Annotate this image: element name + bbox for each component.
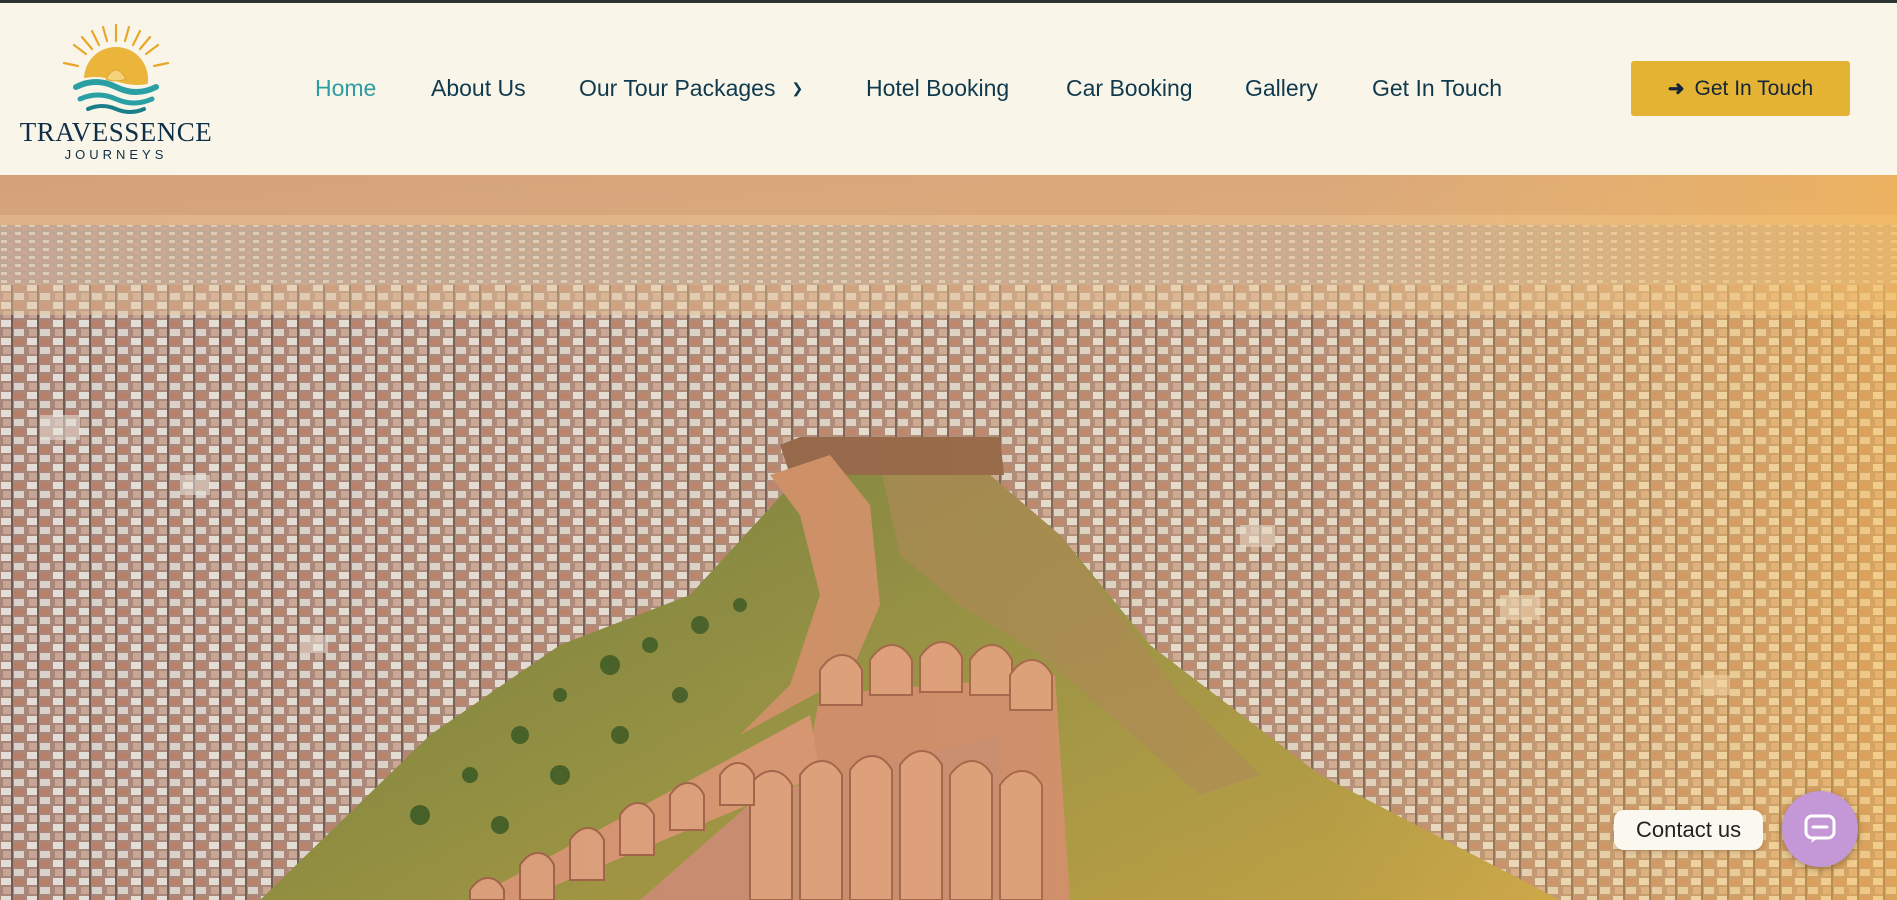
chat-bubble-icon[interactable] xyxy=(1782,791,1858,867)
nav-item-about-us[interactable]: About Us xyxy=(431,75,526,102)
nav-item-home[interactable]: Home xyxy=(315,75,376,102)
nav-item-hotel-booking[interactable]: Hotel Booking xyxy=(866,75,1009,102)
chat-glyph xyxy=(1804,814,1836,843)
nav-item-car-booking[interactable]: Car Booking xyxy=(1066,75,1193,102)
nav-item-tour-packages[interactable]: Our Tour Packages ❯ xyxy=(579,75,803,102)
contact-us-label[interactable]: Contact us xyxy=(1614,810,1764,850)
nav-item-get-in-touch[interactable]: Get In Touch xyxy=(1372,75,1502,102)
chevron-down-icon[interactable]: ❯ xyxy=(791,80,803,97)
nav-item-gallery[interactable]: Gallery xyxy=(1245,75,1318,102)
get-in-touch-button-label: Get In Touch xyxy=(1694,76,1814,100)
main-nav: Home About Us Our Tour Packages ❯ Hotel B… xyxy=(0,3,1897,175)
hero-banner xyxy=(0,175,1897,900)
nav-item-tour-packages-label: Our Tour Packages xyxy=(579,75,776,101)
hero-image xyxy=(0,175,1897,900)
site-header: TRAVESSENCE JOURNEYS Home About Us Our T… xyxy=(0,3,1897,175)
arrow-right-icon: ➜ xyxy=(1667,78,1685,100)
get-in-touch-button[interactable]: ➜ Get In Touch xyxy=(1631,61,1850,116)
